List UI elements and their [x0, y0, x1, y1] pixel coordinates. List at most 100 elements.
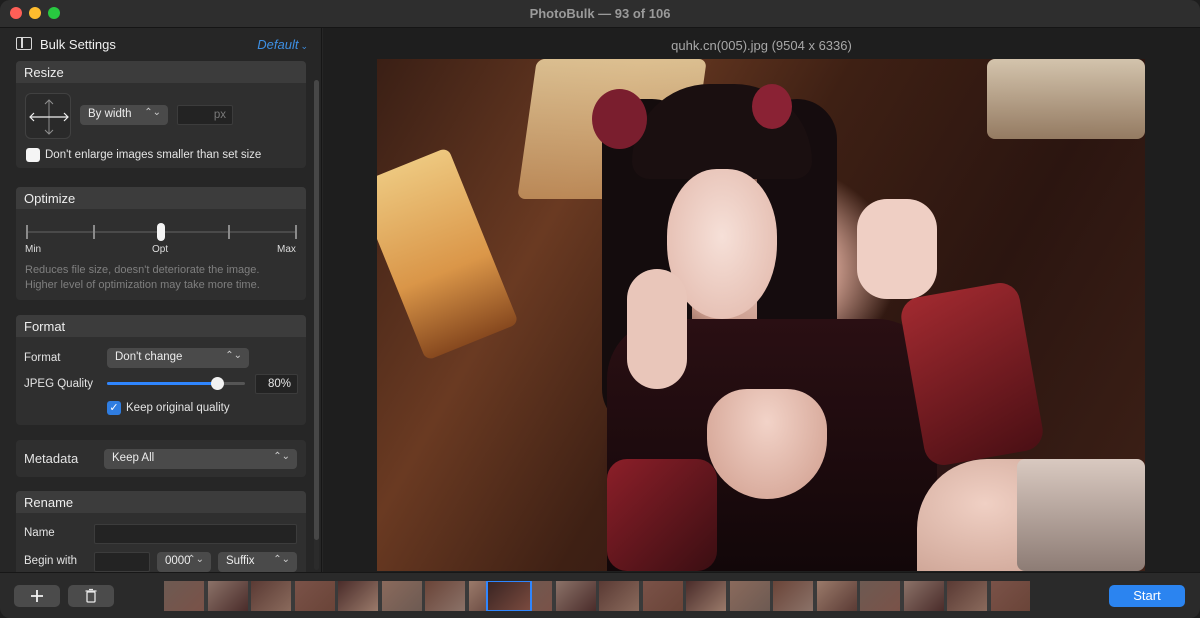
rename-name-label: Name: [24, 527, 55, 539]
preview-area: quhk.cn(005).jpg (9504 x 6336): [323, 28, 1200, 572]
photo-hand-left: [627, 269, 687, 389]
resize-panel-header: Resize: [16, 61, 306, 83]
sidebar-toggle-icon[interactable]: [16, 37, 32, 50]
app-window: PhotoBulk — 93 of 106 Bulk Settings Defa…: [0, 0, 1200, 618]
preview-photo: [377, 59, 1145, 571]
photo-headpiece-2: [752, 84, 792, 129]
preview-filename: quhk.cn(005).jpg (9504 x 6336): [671, 38, 852, 53]
settings-sidebar: Bulk Settings Default ⌄ Resize By width ⌃: [0, 28, 322, 572]
updown-chevron-icon: ⌃⌄: [225, 350, 242, 361]
filmstrip-thumbnail[interactable]: [294, 581, 335, 611]
filmstrip-thumbnail[interactable]: [599, 581, 639, 611]
filmstrip-thumbnail[interactable]: [381, 581, 422, 611]
resize-mode-value: By width: [88, 108, 132, 120]
counter-format-select[interactable]: 0000 ⌃⌄: [157, 552, 211, 572]
filmstrip-thumbnail[interactable]: [251, 581, 291, 611]
counter-position-select[interactable]: Suffix ⌃⌄: [218, 552, 297, 572]
filmstrip-thumbnail[interactable]: [642, 581, 683, 611]
filmstrip-thumbnail[interactable]: [773, 581, 813, 611]
optimize-tick: [228, 225, 230, 239]
jpeg-quality-knob[interactable]: [211, 377, 225, 390]
optimize-description: Reduces file size, doesn't deteriorate t…: [25, 264, 260, 276]
filmstrip-thumbnail[interactable]: [860, 581, 900, 611]
remove-images-button[interactable]: [68, 585, 114, 607]
jpeg-quality-input[interactable]: 80%: [255, 374, 298, 394]
rename-panel: Rename Name Begin with 0000 ⌃⌄ Suffix ⌃⌄: [16, 491, 306, 572]
updown-chevron-icon: ⌃⌄: [144, 107, 161, 118]
format-select[interactable]: Don't change ⌃⌄: [107, 348, 249, 368]
photo-lamp-glow: [377, 147, 519, 361]
begin-with-label: Begin with: [24, 555, 78, 567]
filmstrip-thumbnail[interactable]: [947, 581, 987, 611]
optimize-slider-knob[interactable]: [157, 223, 165, 241]
metadata-panel: Metadata Keep All ⌃⌄: [16, 440, 306, 477]
trash-icon: [85, 588, 97, 603]
optimize-panel: Optimize Min Opt Max Reduces file size, …: [16, 187, 306, 300]
filmstrip-thumbnail[interactable]: [164, 581, 204, 611]
preset-selector[interactable]: Default ⌄: [257, 37, 308, 52]
filmstrip-thumbnail[interactable]: [338, 581, 378, 611]
resize-mode-select[interactable]: By width ⌃⌄: [80, 105, 168, 125]
optimize-slider[interactable]: [26, 223, 297, 241]
resize-unit-label: px: [213, 109, 226, 121]
chevron-down-icon: ⌄: [300, 41, 308, 51]
sidebar-scrollbar-thumb[interactable]: [314, 80, 319, 540]
filmstrip-thumbnail[interactable]: [686, 581, 726, 611]
photo-bed: [1017, 459, 1145, 571]
resize-direction-icon: [25, 93, 71, 139]
plus-icon: [31, 590, 43, 602]
optimize-opt-label: Opt: [152, 244, 169, 255]
format-value: Don't change: [115, 351, 183, 363]
dont-enlarge-label: Don't enlarge images smaller than set si…: [45, 149, 262, 161]
sidebar-header: Bulk Settings Default ⌄: [0, 28, 321, 60]
updown-chevron-icon: ⌃⌄: [273, 451, 290, 462]
filmstrip-thumbnail[interactable]: [903, 581, 944, 611]
filmstrip-selected-thumbnail[interactable]: [486, 581, 532, 611]
counter-position-value: Suffix: [226, 555, 255, 567]
dont-enlarge-checkbox[interactable]: [26, 148, 40, 162]
resize-panel: Resize By width ⌃⌄ px Don't enlarge imag…: [16, 61, 306, 168]
metadata-select[interactable]: Keep All ⌃⌄: [104, 449, 297, 469]
filmstrip-thumbnail[interactable]: [425, 581, 465, 611]
format-label: Format: [24, 352, 61, 364]
updown-chevron-icon: ⌃⌄: [187, 554, 204, 565]
optimize-min-label: Min: [25, 244, 42, 255]
metadata-label: Metadata: [24, 451, 79, 466]
format-panel: Format Format Don't change ⌃⌄ JPEG Quali…: [16, 315, 306, 425]
begin-with-input[interactable]: [94, 552, 150, 572]
jpeg-quality-slider[interactable]: [107, 375, 245, 391]
titlebar: PhotoBulk — 93 of 106: [0, 0, 1200, 28]
rename-panel-header: Rename: [16, 491, 306, 513]
photo-hand-right: [857, 199, 937, 299]
sidebar-title: Bulk Settings: [40, 37, 116, 52]
jpeg-quality-value: 80%: [267, 378, 291, 390]
resize-size-input[interactable]: px: [177, 105, 233, 125]
filmstrip-thumbnail[interactable]: [990, 581, 1030, 611]
optimize-tick: [295, 225, 297, 239]
photo-sleeve-left: [607, 459, 717, 571]
photo-headpiece: [592, 89, 647, 149]
format-panel-header: Format: [16, 315, 306, 337]
keep-quality-checkbox[interactable]: ✓: [107, 401, 121, 415]
optimize-max-label: Max: [277, 244, 296, 255]
start-button[interactable]: Start: [1109, 585, 1185, 607]
rename-name-input[interactable]: [94, 524, 297, 544]
optimize-tick: [93, 225, 95, 239]
filmstrip-thumbnail[interactable]: [207, 581, 248, 611]
preset-label: Default: [257, 37, 299, 52]
optimize-panel-header: Optimize: [16, 187, 306, 209]
window-title: PhotoBulk — 93 of 106: [529, 6, 671, 21]
filmstrip-thumbnail[interactable]: [816, 581, 857, 611]
jpeg-quality-fill: [107, 382, 218, 385]
filmstrip-thumbnail[interactable]: [555, 581, 596, 611]
metadata-value: Keep All: [112, 452, 155, 464]
optimize-description-2: Higher level of optimization may take mo…: [25, 279, 260, 291]
thumbnail-filmstrip[interactable]: [164, 581, 1030, 611]
optimize-tick: [26, 225, 28, 239]
add-images-button[interactable]: [14, 585, 60, 607]
jpeg-quality-label: JPEG Quality: [24, 378, 94, 390]
keep-quality-label: Keep original quality: [126, 402, 230, 414]
updown-chevron-icon: ⌃⌄: [273, 554, 290, 565]
checkmark-icon: ✓: [109, 402, 119, 414]
filmstrip-thumbnail[interactable]: [729, 581, 770, 611]
